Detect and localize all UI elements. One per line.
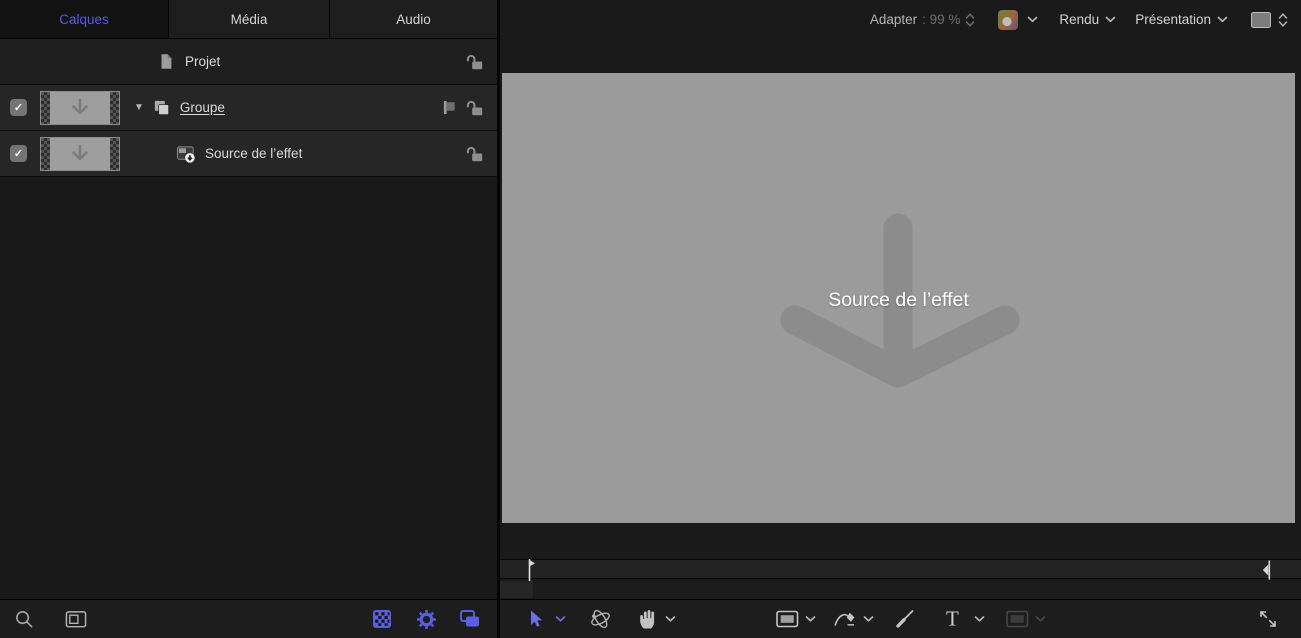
tools-bar: T — [500, 599, 1301, 638]
layers-panel: Calques Média Audio Projet ✓ — [0, 0, 497, 638]
down-arrow-thumb-icon — [67, 97, 93, 119]
source-thumbnail[interactable] — [40, 137, 120, 171]
text-tool-icon[interactable]: T — [946, 609, 959, 630]
gear-icon[interactable] — [416, 609, 437, 630]
source-effet-label[interactable]: Source de l’effet — [205, 146, 302, 161]
filmstrip-edge — [41, 138, 50, 170]
lock-open-icon[interactable] — [464, 52, 484, 72]
shape-tool-icon[interactable] — [775, 609, 800, 629]
mask-tool-chevron-icon — [1035, 616, 1046, 623]
group-icon — [152, 98, 171, 117]
effect-source-icon — [176, 144, 196, 164]
timeline-scroll-handle[interactable] — [500, 581, 533, 598]
chevron-down-icon[interactable] — [1027, 16, 1038, 23]
checkerboard-icon[interactable] — [372, 609, 392, 629]
orbit-tool-icon[interactable] — [588, 607, 613, 631]
groupe-thumbnail[interactable] — [40, 91, 120, 125]
document-icon — [157, 52, 175, 71]
layers-panel-footer — [0, 599, 497, 638]
layers-icon[interactable] — [459, 609, 481, 629]
zoom-stepper-icon[interactable] — [965, 12, 975, 28]
color-swatch-icon[interactable] — [998, 10, 1018, 30]
bezier-tool-chevron-icon[interactable] — [863, 616, 874, 623]
presentation-menu[interactable]: Présentation — [1135, 12, 1211, 27]
mask-tool-icon — [1005, 609, 1030, 629]
motion-window: Calques Média Audio Projet ✓ — [0, 0, 1301, 638]
search-icon[interactable] — [14, 609, 35, 630]
tab-audio[interactable]: Audio — [330, 0, 497, 38]
lock-open-icon[interactable] — [464, 98, 484, 118]
select-tool-icon[interactable] — [526, 609, 545, 629]
filmstrip-edge — [110, 92, 119, 124]
chevron-down-icon[interactable] — [1217, 16, 1228, 23]
canvas-viewer: Adapter : 99 % Rendu Présentation — [500, 0, 1301, 638]
zoom-value: : 99 % — [922, 12, 960, 27]
disclosure-triangle-icon[interactable]: ▼ — [134, 102, 144, 113]
layer-row-source-effet[interactable]: ✓ Source de l’effet — [0, 131, 497, 177]
render-menu[interactable]: Rendu — [1059, 12, 1099, 27]
select-tool-chevron-icon[interactable] — [555, 616, 566, 623]
groupe-activation-checkbox[interactable]: ✓ — [10, 99, 27, 116]
filmstrip-edge — [110, 138, 119, 170]
panel-tab-bar: Calques Média Audio — [0, 0, 497, 39]
expand-icon[interactable] — [1256, 607, 1280, 631]
groupe-label[interactable]: Groupe — [180, 100, 225, 115]
display-icon[interactable] — [1251, 12, 1271, 28]
preview-area-icon[interactable] — [65, 610, 87, 629]
layers-list-empty-area — [0, 177, 497, 599]
chevron-down-icon[interactable] — [1105, 16, 1116, 23]
filmstrip-edge — [41, 92, 50, 124]
down-arrow-thumb-icon — [67, 143, 93, 165]
pan-tool-chevron-icon[interactable] — [665, 616, 676, 623]
display-stepper-icon[interactable] — [1278, 12, 1288, 28]
canvas[interactable]: Source de l’effet — [502, 73, 1295, 523]
layer-row-groupe[interactable]: ✓ ▼ Groupe — [0, 85, 497, 131]
shape-tool-chevron-icon[interactable] — [805, 616, 816, 623]
canvas-placeholder-label: Source de l’effet — [502, 289, 1295, 312]
text-tool-chevron-icon[interactable] — [974, 616, 985, 623]
mini-timeline[interactable] — [500, 559, 1301, 579]
viewer-toolbar: Adapter : 99 % Rendu Présentation — [500, 0, 1301, 39]
source-activation-checkbox[interactable]: ✓ — [10, 145, 27, 162]
tab-media[interactable]: Média — [168, 0, 330, 38]
zoom-menu-label[interactable]: Adapter — [870, 12, 917, 27]
pan-tool-icon[interactable] — [637, 608, 657, 630]
layer-row-project[interactable]: Projet — [0, 39, 497, 85]
brush-tool-icon[interactable] — [894, 608, 916, 630]
project-label: Projet — [185, 54, 220, 69]
tab-calques[interactable]: Calques — [0, 0, 168, 38]
lock-open-icon[interactable] — [464, 144, 484, 164]
bezier-tool-icon[interactable] — [833, 608, 860, 630]
flag-icon — [441, 99, 458, 116]
timeline-scroll-strip[interactable] — [500, 581, 1301, 598]
